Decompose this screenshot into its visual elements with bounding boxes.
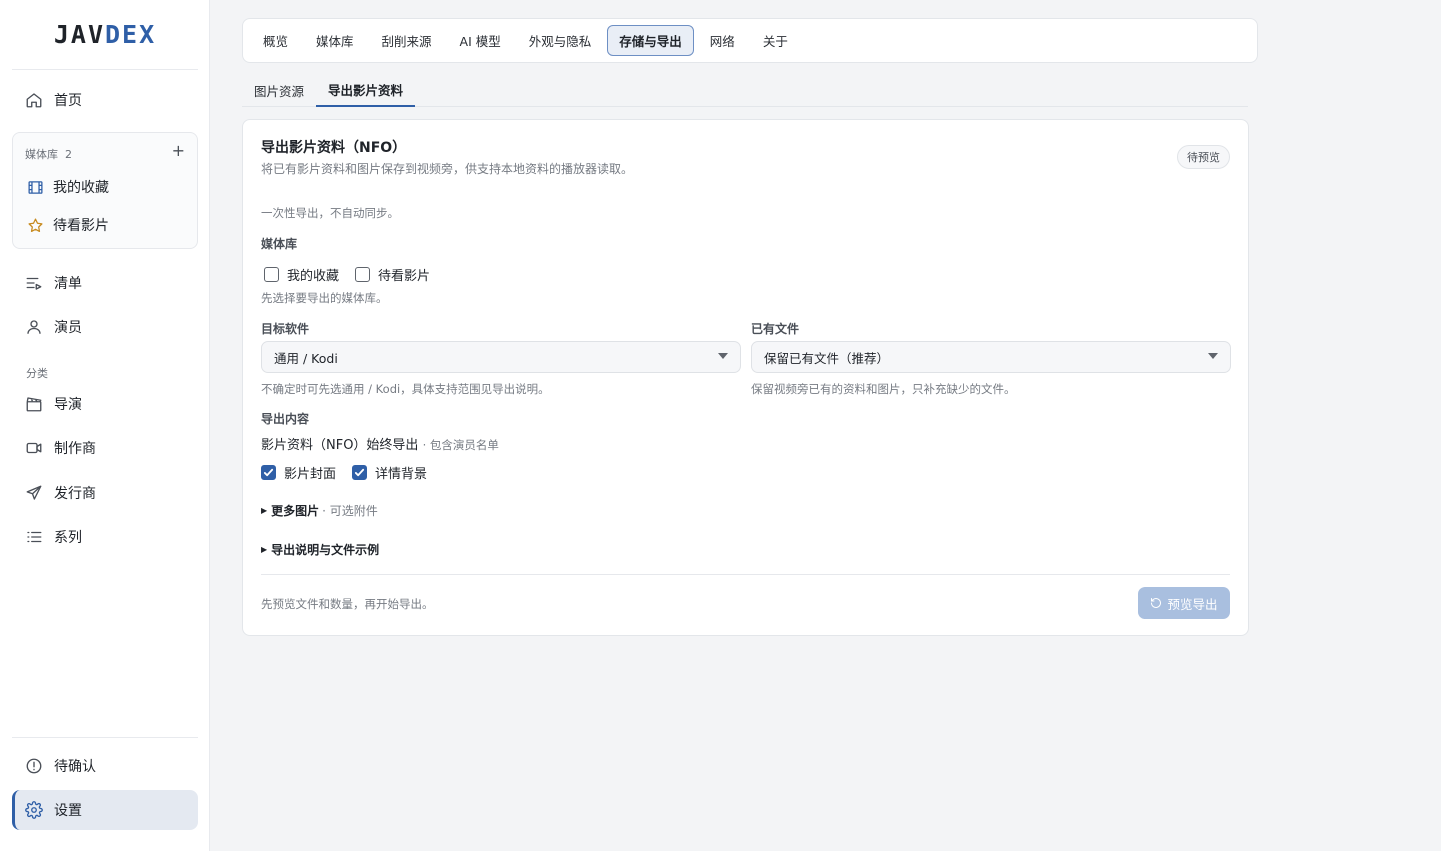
category-section-label: 分类 [26, 367, 48, 380]
send-icon [24, 483, 44, 503]
tab-scrape-sources[interactable]: 刮削来源 [370, 25, 444, 56]
gear-icon [24, 800, 44, 820]
tab-about[interactable]: 关于 [751, 25, 800, 56]
existing-files-select[interactable]: 保留已有文件（推荐） [751, 341, 1231, 373]
more-images-toggle[interactable]: ▶ 更多图片 · 可选附件 [261, 502, 378, 519]
tab-storage-export[interactable]: 存储与导出 [607, 25, 694, 56]
library-item-favorites[interactable]: 我的收藏 [13, 170, 197, 204]
tab-ai-models[interactable]: AI 模型 [448, 25, 513, 56]
app-logo[interactable]: JAVDEX [0, 20, 210, 49]
star-icon [25, 215, 45, 235]
video-camera-icon [24, 438, 44, 458]
checkbox-box[interactable] [261, 465, 276, 480]
card-description: 将已有影片资料和图片保存到视频旁，供支持本地资料的播放器读取。 [261, 162, 634, 176]
nav-studios[interactable]: 制作商 [12, 429, 198, 467]
export-content-label: 导出内容 [261, 412, 310, 426]
caret-right-icon: ▶ [261, 506, 268, 515]
footer-hint: 先预览文件和数量，再开始导出。 [261, 597, 434, 611]
tab-library[interactable]: 媒体库 [304, 25, 366, 56]
clapperboard-icon [24, 394, 44, 414]
nav-actors[interactable]: 演员 [12, 308, 198, 346]
subtab-image-resources[interactable]: 图片资源 [242, 74, 316, 107]
library-item-watchlist[interactable]: 待看影片 [13, 208, 197, 242]
subtab-export-metadata[interactable]: 导出影片资料 [316, 74, 416, 107]
add-library-button[interactable]: + [172, 141, 185, 160]
export-card: 导出影片资料（NFO） 将已有影片资料和图片保存到视频旁，供支持本地资料的播放器… [242, 119, 1249, 636]
chevron-down-icon [718, 353, 728, 359]
nav-directors[interactable]: 导演 [12, 385, 198, 423]
tab-appearance-privacy[interactable]: 外观与隐私 [517, 25, 604, 56]
export-notes-toggle[interactable]: ▶ 导出说明与文件示例 [261, 541, 379, 558]
tab-network[interactable]: 网络 [698, 25, 747, 56]
home-icon [24, 90, 44, 110]
nav-settings[interactable]: 设置 [12, 790, 198, 830]
divider [12, 69, 198, 70]
checkbox-cover[interactable]: 影片封面 [261, 463, 336, 482]
nav-pending[interactable]: 待确认 [12, 747, 198, 785]
sidebar: JAVDEX 首页 媒体库 2 + 我的收藏 待看影片 清单 演员 分类 导演 … [0, 0, 210, 851]
nav-series[interactable]: 系列 [12, 518, 198, 556]
tab-overview[interactable]: 概览 [251, 25, 300, 56]
checkbox-backdrop[interactable]: 详情背景 [352, 463, 427, 482]
chevron-down-icon [1208, 353, 1218, 359]
checkbox-box[interactable] [352, 465, 368, 480]
divider [261, 574, 1230, 575]
checkbox-box[interactable] [355, 267, 371, 282]
status-badge: 待预览 [1177, 145, 1230, 169]
library-section: 媒体库 2 + 我的收藏 待看影片 [12, 132, 198, 249]
library-hint: 先选择要导出的媒体库。 [261, 291, 388, 305]
checkbox-favorites[interactable]: 我的收藏 [264, 265, 339, 284]
target-software-hint: 不确定时可先选通用 / Kodi，具体支持范围见导出说明。 [261, 382, 550, 396]
playlist-icon [24, 273, 44, 293]
refresh-icon [1151, 598, 1162, 608]
target-software-select[interactable]: 通用 / Kodi [261, 341, 741, 373]
check-icon [263, 468, 274, 477]
target-software-label: 目标软件 [261, 322, 310, 336]
alert-circle-icon [24, 756, 44, 776]
settings-tabs: 概览 媒体库 刮削来源 AI 模型 外观与隐私 存储与导出 网络 关于 [242, 18, 1258, 63]
user-icon [24, 317, 44, 337]
library-header: 媒体库 2 [25, 148, 72, 161]
nav-home[interactable]: 首页 [12, 81, 198, 119]
nfo-always-line: 影片资料（NFO）始终导出 · 包含演员名单 [261, 438, 499, 453]
card-title: 导出影片资料（NFO） [261, 140, 407, 156]
preview-export-button[interactable]: 预览导出 [1138, 587, 1230, 619]
storage-subtabs: 图片资源 导出影片资料 [242, 74, 1248, 107]
checkbox-box[interactable] [264, 267, 279, 282]
nav-lists[interactable]: 清单 [12, 264, 198, 302]
film-icon [25, 177, 45, 197]
checkbox-watchlist[interactable]: 待看影片 [355, 265, 430, 284]
library-label: 媒体库 [261, 237, 298, 251]
caret-right-icon: ▶ [261, 545, 268, 554]
nav-publishers[interactable]: 发行商 [12, 474, 198, 512]
divider [12, 737, 198, 738]
export-note: 一次性导出，不自动同步。 [261, 206, 399, 220]
list-icon [24, 527, 44, 547]
library-checkboxes: 我的收藏 待看影片 [264, 265, 446, 284]
content-checkboxes: 影片封面 详情背景 [261, 463, 443, 482]
existing-files-hint: 保留视频旁已有的资料和图片，只补充缺少的文件。 [751, 382, 1016, 396]
check-icon [354, 468, 365, 477]
existing-files-label: 已有文件 [751, 322, 800, 336]
